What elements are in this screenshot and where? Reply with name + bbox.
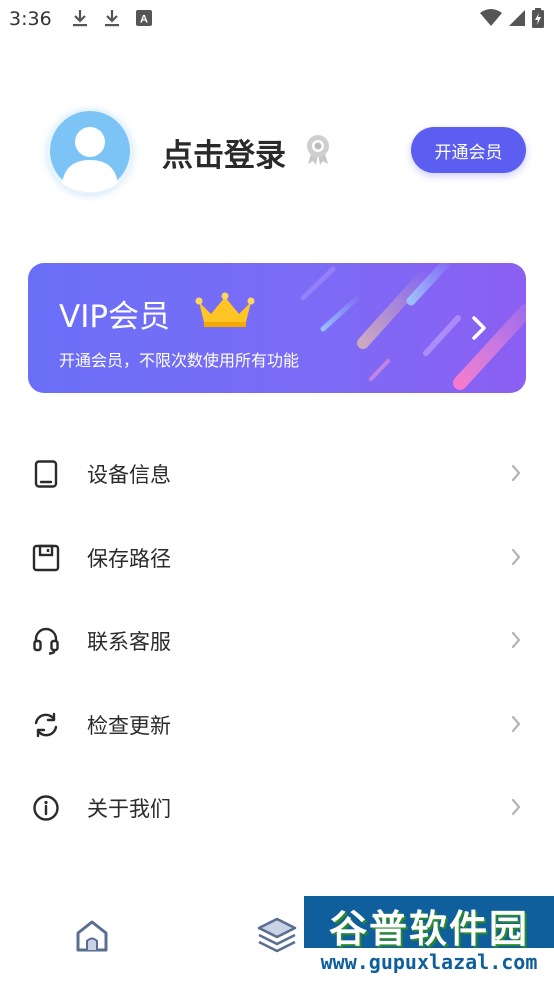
vip-banner[interactable]: VIP会员 开通会员，不限次数使用所有功能	[28, 263, 526, 393]
watermark-title: 谷普软件园	[328, 907, 529, 951]
status-bar: 3:36 A	[0, 0, 554, 38]
award-ribbon-icon	[303, 134, 333, 170]
menu-item-device-info[interactable]: 设备信息	[0, 432, 554, 516]
status-time: 3:36	[9, 8, 52, 30]
menu-label: 保存路径	[87, 546, 171, 571]
menu-label: 联系客服	[87, 630, 171, 654]
menu-label: 设备信息	[87, 463, 171, 487]
refresh-icon	[32, 711, 60, 739]
menu-label: 检查更新	[87, 713, 171, 738]
battery-icon	[532, 8, 544, 32]
save-disk-icon	[32, 544, 60, 572]
open-vip-button[interactable]: 开通会员	[411, 127, 526, 173]
menu-item-save-path[interactable]: 保存路径	[0, 516, 554, 600]
headset-icon	[32, 627, 60, 655]
chevron-right-icon	[510, 630, 522, 654]
menu-item-check-update[interactable]: 检查更新	[0, 683, 554, 767]
chevron-right-icon	[510, 797, 522, 821]
download-icon	[70, 8, 90, 28]
login-link[interactable]: 点击登录	[162, 130, 286, 175]
status-system-icons	[480, 8, 544, 32]
watermark: 谷普软件园 www.gupuxlazal.com	[304, 896, 554, 976]
info-icon	[32, 794, 60, 822]
a-letter-icon: A	[134, 8, 154, 28]
device-phone-icon	[32, 460, 60, 488]
status-notification-icons: A	[70, 8, 154, 28]
download-icon	[102, 8, 122, 28]
layers-icon[interactable]	[256, 916, 298, 960]
chevron-right-icon	[510, 463, 522, 487]
cell-signal-icon	[508, 9, 526, 31]
settings-menu: 设备信息 保存路径 联系客服 检查更新 关于我们	[0, 432, 554, 850]
chevron-right-icon[interactable]	[468, 315, 490, 345]
avatar[interactable]	[47, 108, 133, 194]
vip-subtitle: 开通会员，不限次数使用所有功能	[59, 351, 300, 370]
menu-item-contact-support[interactable]: 联系客服	[0, 599, 554, 683]
watermark-url: www.gupuxlazal.com	[304, 948, 554, 976]
menu-item-about-us[interactable]: 关于我们	[0, 766, 554, 850]
wifi-icon	[480, 9, 502, 31]
menu-label: 关于我们	[87, 797, 171, 821]
vip-title: VIP会员	[59, 299, 171, 335]
chevron-right-icon	[510, 714, 522, 738]
svg-text:A: A	[140, 14, 148, 26]
chevron-right-icon	[510, 547, 522, 571]
crown-icon	[195, 292, 255, 332]
home-icon[interactable]	[74, 918, 110, 958]
